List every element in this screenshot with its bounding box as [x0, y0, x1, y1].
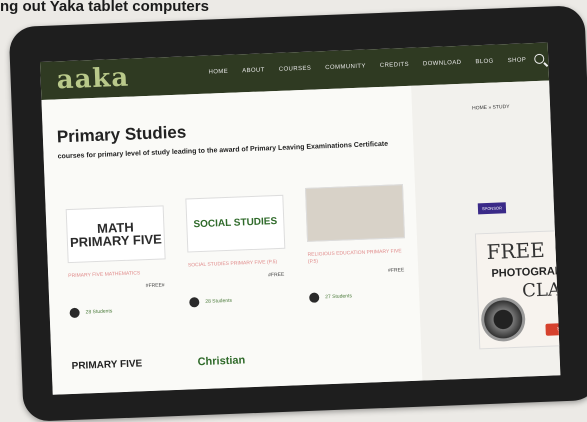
course-meta: 27 Students [309, 289, 405, 303]
camera-icon [480, 296, 527, 343]
tablet-device: aaka HOME ABOUT COURSES COMMUNITY CREDIT… [8, 5, 587, 422]
ad-banner[interactable]: FREE PHOTOGRAPHY CLASSES Shop Now [474, 228, 561, 350]
nav-credits[interactable]: CREDITS [380, 62, 409, 69]
avatar [309, 292, 320, 303]
course-title[interactable]: RELIGIOUS EDUCATION PRIMARY FIVE (P.5) [307, 248, 403, 265]
thumbnail-text: MATH PRIMARY FIVE [69, 219, 163, 250]
nav-community[interactable]: COMMUNITY [325, 64, 366, 72]
thumbnail-text: SOCIAL STUDIES [193, 216, 278, 231]
page-title: Primary Studies [56, 122, 187, 147]
course-meta: 28 Students [69, 304, 165, 318]
course-title[interactable]: PRIMARY FIVE MATHEMATICS [68, 269, 164, 279]
course-card[interactable]: RELIGIOUS EDUCATION PRIMARY FIVE (P.5) #… [305, 184, 406, 303]
course-title[interactable]: Christian [197, 354, 245, 368]
student-count: 28 Students [205, 297, 233, 305]
nav-download[interactable]: DOWNLOAD [423, 60, 462, 67]
nav-home[interactable]: HOME [208, 69, 228, 76]
nav-blog[interactable]: BLOG [475, 59, 493, 66]
ad-headline: FREE [486, 237, 546, 265]
tablet-screen: aaka HOME ABOUT COURSES COMMUNITY CREDIT… [39, 42, 561, 395]
sidebar: HOME » STUDY SPONSOR FREE PHOTOGRAPHY CL… [411, 80, 561, 381]
main-content: Primary Studies courses for primary leve… [41, 85, 423, 395]
student-count: 28 Students [85, 307, 113, 315]
thumbnail-text [353, 211, 357, 215]
course-thumbnail: MATH PRIMARY FIVE [65, 205, 166, 264]
course-title[interactable]: SOCIAL STUDIES PRIMARY FIVE (P.5) [188, 259, 284, 269]
nav-shop[interactable]: SHOP [508, 57, 527, 64]
course-price: #FREE# [145, 281, 165, 289]
course-meta: 28 Students [189, 293, 285, 307]
site-logo[interactable]: aaka [56, 63, 130, 96]
shop-now-button[interactable]: Shop Now [545, 322, 561, 336]
course-card[interactable]: SOCIAL STUDIES SOCIAL STUDIES PRIMARY FI… [185, 194, 286, 307]
nav-about[interactable]: ABOUT [242, 67, 265, 74]
course-thumbnail: SOCIAL STUDIES [185, 194, 286, 253]
course-price: #FREE [268, 271, 285, 278]
course-price: #FREE [388, 267, 405, 274]
sponsor-badge: SPONSOR [477, 202, 507, 215]
nav-courses[interactable]: COURSES [279, 66, 312, 73]
course-thumbnail [305, 184, 406, 242]
search-icon[interactable] [534, 53, 545, 65]
course-card[interactable]: MATH PRIMARY FIVE PRIMARY FIVE MATHEMATI… [65, 205, 166, 318]
breadcrumb[interactable]: HOME » STUDY [472, 104, 510, 111]
course-title[interactable]: PRIMARY FIVE [71, 358, 142, 372]
main-nav: HOME ABOUT COURSES COMMUNITY CREDITS DOW… [208, 57, 526, 75]
ad-tagline: CLASSES [521, 277, 561, 302]
student-count: 27 Students [325, 293, 353, 301]
ad-subline: PHOTOGRAPHY [491, 264, 561, 280]
photo-caption: ng out Yaka tablet computers [0, 0, 209, 15]
avatar [69, 307, 80, 318]
avatar [189, 296, 200, 307]
